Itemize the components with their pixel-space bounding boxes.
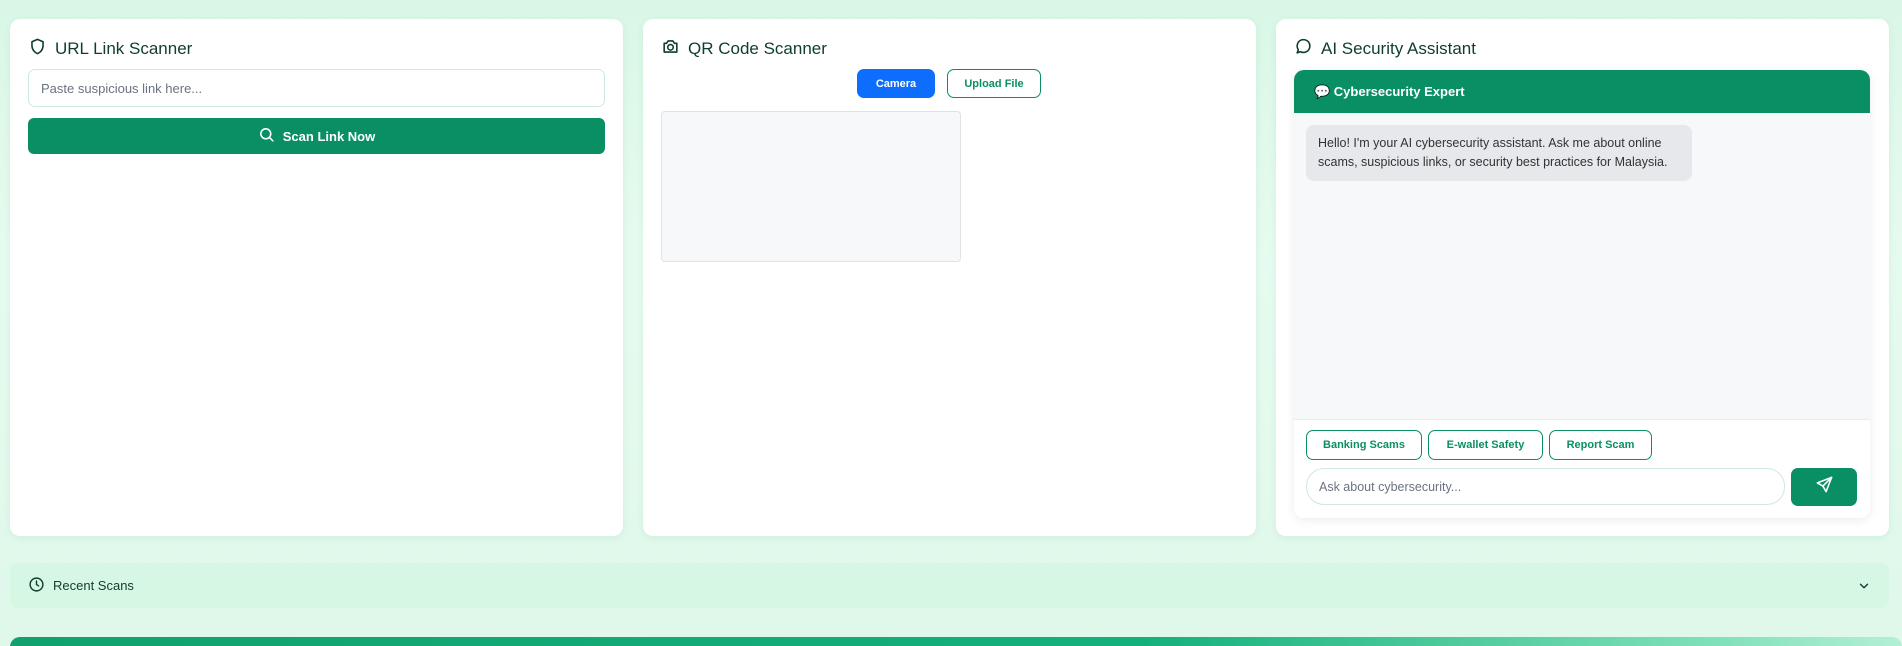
chat-bubble-icon [1294,37,1313,61]
qr-scanner-title-text: QR Code Scanner [688,39,827,58]
qr-scanner-title: QR Code Scanner [661,37,827,61]
recent-scans-label: Recent Scans [53,578,134,593]
chevron-down-icon[interactable] [1857,579,1871,593]
scan-link-button-label: Scan Link Now [282,128,376,144]
search-icon [258,126,275,146]
chat-input-placeholder: Ask about cybersecurity... [1319,479,1462,494]
ai-assistant-title-text: AI Security Assistant [1321,39,1476,58]
url-scanner-title: URL Link Scanner [28,37,192,61]
ai-assistant-card: AI Security Assistant 💬 Cybersecurity Ex… [1276,19,1889,536]
url-scanner-title-text: URL Link Scanner [55,39,193,58]
qr-scanner-card: QR Code Scanner Camera Upload File [643,19,1256,536]
camera-button[interactable]: Camera [857,69,935,98]
send-button[interactable] [1791,468,1857,506]
chat-input[interactable]: Ask about cybersecurity... [1306,468,1785,505]
recent-scans-toggle[interactable]: Recent Scans [10,563,1889,608]
ai-assistant-title: AI Security Assistant [1294,37,1476,61]
url-input[interactable]: Paste suspicious link here... [28,69,605,107]
chat-header: 💬 Cybersecurity Expert [1294,70,1870,113]
url-scanner-card: URL Link Scanner Paste suspicious link h… [10,19,623,536]
chip-report-scam[interactable]: Report Scam [1549,430,1652,460]
send-icon [1815,475,1834,499]
chip-banking-scams[interactable]: Banking Scams [1306,430,1422,460]
assistant-message: Hello! I'm your AI cybersecurity assista… [1306,125,1692,181]
chip-ewallet-safety[interactable]: E-wallet Safety [1428,430,1543,460]
chat-header-label: 💬 Cybersecurity Expert [1314,83,1465,99]
chat-panel: 💬 Cybersecurity Expert Hello! I'm your A… [1294,70,1870,518]
camera-icon [661,37,680,61]
scan-link-button[interactable]: Scan Link Now [28,118,605,154]
shield-icon [28,37,47,61]
bottom-banner [10,637,1902,646]
qr-camera-preview [661,111,961,262]
chat-messages: Hello! I'm your AI cybersecurity assista… [1294,113,1870,419]
chat-footer: Banking Scams E-wallet Safety Report Sca… [1294,419,1870,518]
clock-icon [28,576,45,596]
upload-file-button[interactable]: Upload File [947,69,1041,98]
url-input-placeholder: Paste suspicious link here... [41,80,203,96]
